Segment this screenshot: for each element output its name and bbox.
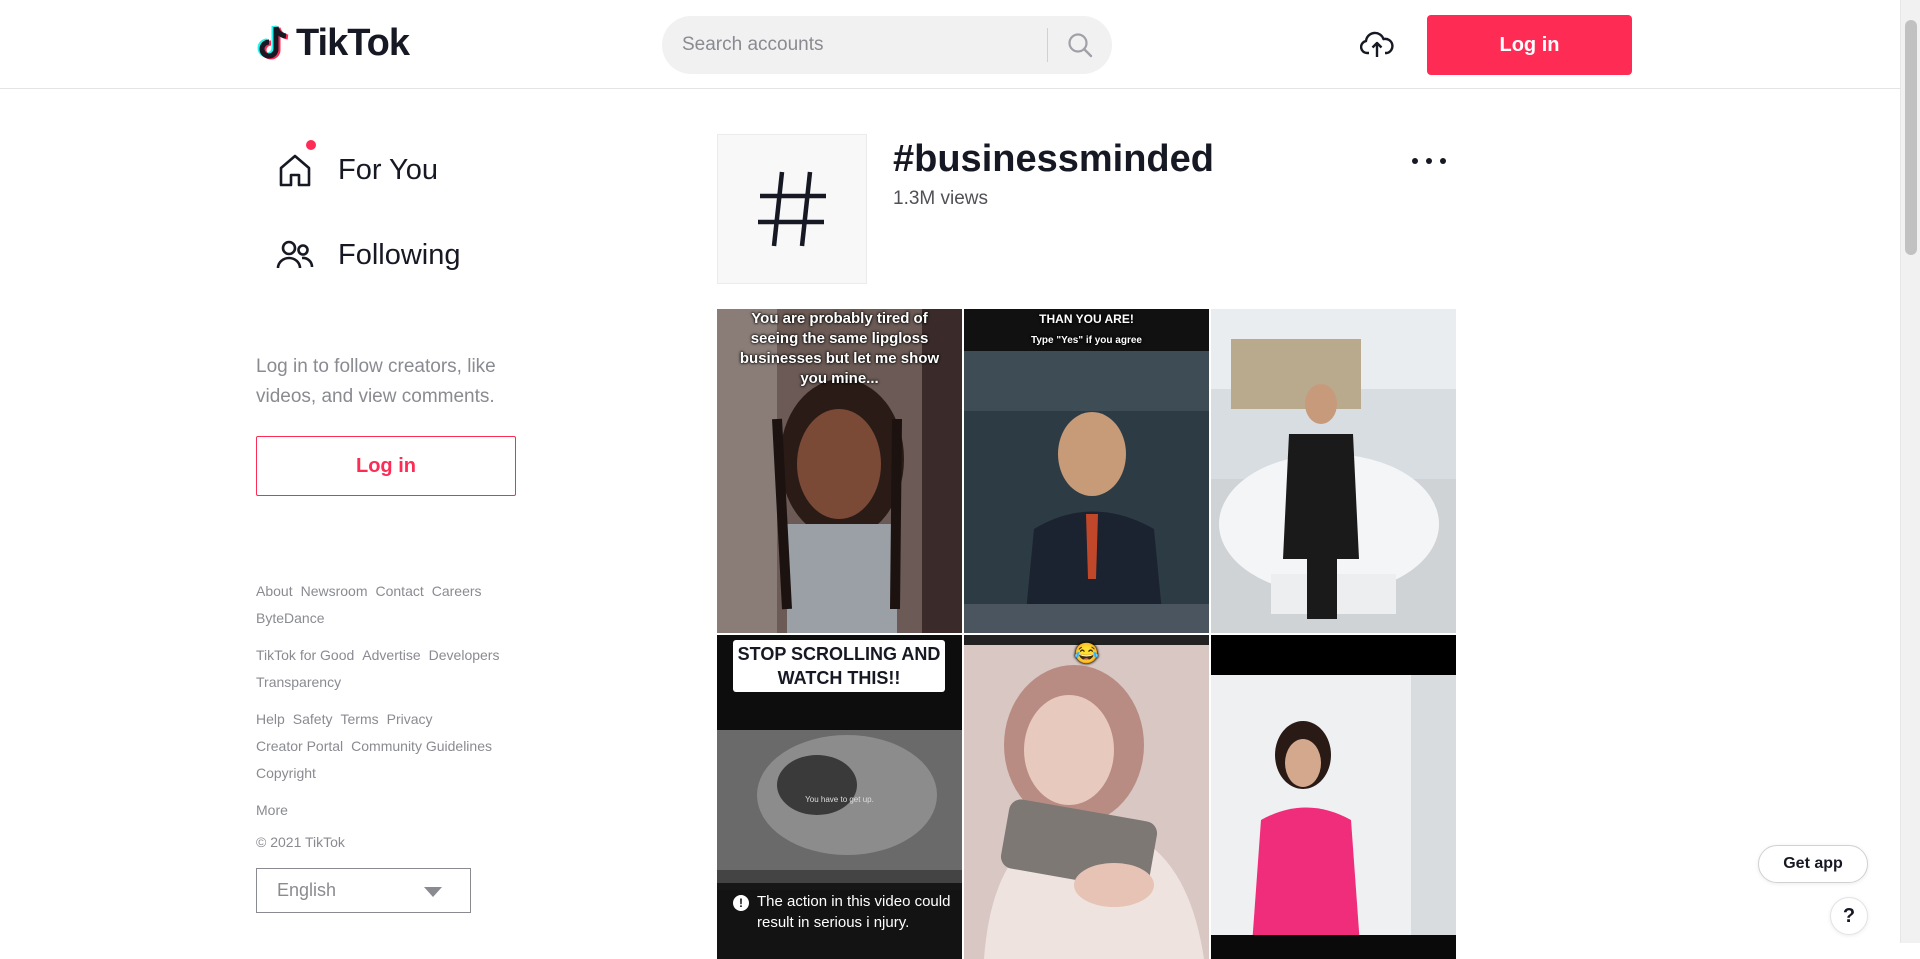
login-prompt-text: Log in to follow creators, like videos, … <box>256 356 496 407</box>
more-dot-icon <box>1440 158 1446 164</box>
footer-link-careers[interactable]: Careers <box>432 578 482 605</box>
footer-links: About Newsroom Contact Careers ByteDance… <box>256 578 526 850</box>
sidebar-item-for-you[interactable]: For You <box>274 140 461 200</box>
video-caption: 😂 <box>1074 643 1099 665</box>
footer-link-safety[interactable]: Safety <box>293 706 333 733</box>
video-thumbnail[interactable]: STOP SCROLLING AND WATCH THIS!! You have… <box>717 635 962 959</box>
hashtag-avatar <box>717 134 867 284</box>
footer-link-more[interactable]: More <box>256 797 288 824</box>
more-dot-icon <box>1412 158 1418 164</box>
home-icon <box>274 149 316 191</box>
page-title: #businessminded <box>893 138 1214 180</box>
scrollbar-thumb[interactable] <box>1905 20 1917 255</box>
tiktok-note-icon <box>257 24 289 59</box>
footer-link-developers[interactable]: Developers <box>429 642 500 669</box>
video-caption: STOP SCROLLING AND WATCH THIS!! <box>733 640 945 692</box>
content-warning-text: The action in this video could result in… <box>757 893 951 931</box>
search-bar <box>662 16 1112 74</box>
search-input[interactable] <box>662 34 1047 56</box>
video-frame <box>1211 309 1456 633</box>
footer-link-help[interactable]: Help <box>256 706 285 733</box>
footer-link-bytedance[interactable]: ByteDance <box>256 605 324 632</box>
page-scrollbar[interactable] <box>1900 0 1920 943</box>
video-caption: THAN YOU ARE! <box>1039 312 1134 326</box>
video-thumbnail[interactable] <box>1211 309 1456 633</box>
footer-link-group: More <box>256 797 526 824</box>
footer-link-advertise[interactable]: Advertise <box>362 642 420 669</box>
content-warning: ! The action in this video could result … <box>717 883 962 959</box>
footer-link-privacy[interactable]: Privacy <box>387 706 433 733</box>
video-thumbnail[interactable] <box>1211 635 1456 959</box>
video-thumbnail[interactable]: THAN YOU ARE! Type "Yes" if you agree <box>964 309 1209 633</box>
video-thumbnail[interactable]: You are probably tired of seeing the sam… <box>717 309 962 633</box>
footer-link-terms[interactable]: Terms <box>341 706 379 733</box>
chevron-down-icon <box>424 887 442 897</box>
footer-link-group: TikTok for Good Advertise Developers Tra… <box>256 642 526 696</box>
copyright-text: © 2021 TikTok <box>256 834 345 850</box>
sidebar-nav: For You Following <box>274 140 461 310</box>
video-grid: You are probably tired of seeing the sam… <box>717 309 1457 959</box>
footer-link-transparency[interactable]: Transparency <box>256 669 341 696</box>
video-frame <box>1211 635 1456 959</box>
video-subcaption: Type "Yes" if you agree <box>1030 335 1142 346</box>
sidebar-item-label: Following <box>338 238 461 271</box>
search-button[interactable] <box>1048 16 1112 74</box>
footer-link-copyright[interactable]: Copyright <box>256 760 316 787</box>
hashtag-icon <box>758 171 826 247</box>
footer-link-about[interactable]: About <box>256 578 293 605</box>
footer-link-contact[interactable]: Contact <box>376 578 424 605</box>
footer-link-group: About Newsroom Contact Careers ByteDance <box>256 578 526 632</box>
footer-link-creator-portal[interactable]: Creator Portal <box>256 733 343 760</box>
get-app-button[interactable]: Get app <box>1758 845 1868 883</box>
sidebar-item-following[interactable]: Following <box>274 225 461 285</box>
notification-dot <box>306 140 316 150</box>
footer-link-community-guidelines[interactable]: Community Guidelines <box>351 733 492 760</box>
sidebar-login-button[interactable]: Log in <box>256 436 516 496</box>
cloud-upload-icon <box>1360 31 1394 57</box>
warning-icon: ! <box>733 895 749 911</box>
view-count: 1.3M views <box>893 188 989 209</box>
sidebar-item-label: For You <box>338 153 438 186</box>
video-caption: You are probably tired of seeing the sam… <box>739 310 940 387</box>
users-icon <box>274 234 316 276</box>
video-frame <box>964 635 1209 959</box>
footer-link-tiktok-for-good[interactable]: TikTok for Good <box>256 642 354 669</box>
tiktok-logo[interactable]: TikTok <box>256 22 410 65</box>
language-select[interactable]: English <box>256 868 471 913</box>
more-options-button[interactable] <box>1412 150 1446 172</box>
logo-text: TikTok <box>296 22 410 64</box>
search-icon <box>1068 33 1093 58</box>
footer-link-newsroom[interactable]: Newsroom <box>301 578 368 605</box>
footer-link-group: Help Safety Terms Privacy Creator Portal… <box>256 706 526 787</box>
video-subcaption: You have to get up. <box>805 795 874 804</box>
header-login-button[interactable]: Log in <box>1427 15 1632 75</box>
video-frame <box>964 309 1209 633</box>
top-header: TikTok Log in <box>0 0 1900 89</box>
video-thumbnail[interactable]: 😂 <box>964 635 1209 959</box>
help-button[interactable]: ? <box>1830 897 1868 935</box>
upload-button[interactable] <box>1358 26 1396 64</box>
more-dot-icon <box>1426 158 1432 164</box>
language-value: English <box>277 880 337 900</box>
